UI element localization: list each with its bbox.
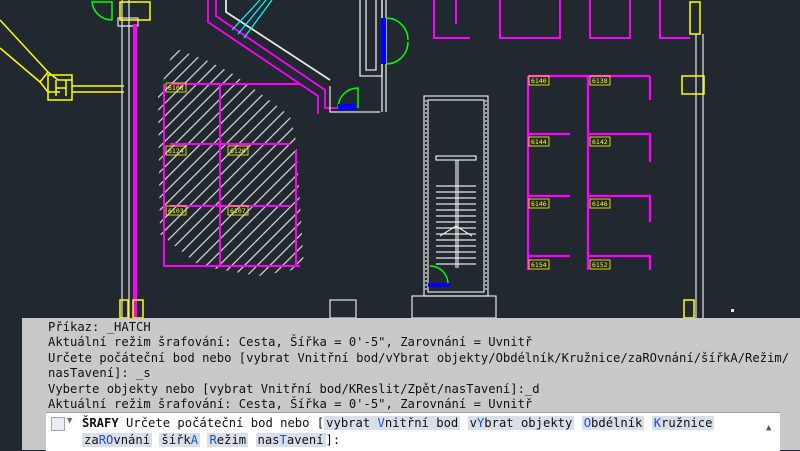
command-option[interactable]: nasTavení [255,433,326,447]
room-grid [526,74,652,270]
room-tag-label: 6146 [531,200,547,208]
stair-core [411,95,497,319]
room-tag-label: 6103 [168,207,184,215]
history-line: Aktuální režim šrafování: Cesta, Šířka =… [48,335,533,350]
room-tag-label: 6138 [592,77,608,85]
history-line: nasTavení]: _s [48,366,151,381]
point-marker [731,309,734,312]
command-recent-icon[interactable] [51,417,65,431]
wall-segment [133,24,137,320]
command-name: ŠRAFY [82,416,119,430]
chevron-down-icon[interactable]: ▼ [67,416,72,426]
command-option[interactable]: šířkA [159,433,201,447]
command-option[interactable]: Režim [207,433,249,447]
door-swing [91,1,113,21]
command-prompt: ŠRAFY Určete počáteční bod nebo [vybrat … [82,415,772,449]
column-tag [689,1,701,35]
door-frame [428,283,450,287]
command-option[interactable]: Obdélník [581,416,645,430]
history-line: Aktuální režim šrafování: Cesta, Šířka =… [48,396,533,411]
history-line: Příkaz: _HATCH [48,320,151,334]
command-input[interactable]: ▼ ŠRAFY Určete počáteční bod nebo [vybra… [46,412,780,451]
door-frame [381,18,386,64]
column-box [329,299,357,319]
door-swing [429,265,449,285]
room-tag-label: 6140 [531,77,547,85]
command-option[interactable]: zaROvnání [82,433,153,447]
history-line: Vyberte objekty nebo [vybrat Vnitřní bod… [48,381,540,396]
door-frame [338,104,356,110]
room-tag-label: 6146 [592,200,608,208]
room-tag-label: 6107 [230,207,246,215]
history-line: Určete počáteční bod nebo [vybrat Vnitřn… [48,350,790,365]
column-tag [119,1,151,21]
room-tag-label: 6154 [531,261,547,269]
room-tag-label: 6142 [592,138,608,146]
command-history: Příkaz: _HATCH Aktuální režim šrafování:… [48,320,798,411]
column-tag [681,75,705,95]
column-tag [683,299,695,319]
room-tag-label: 6120 [230,147,246,155]
command-option[interactable]: vYbrat objekty [467,416,575,430]
room-tag-label: 6144 [531,138,547,146]
command-option[interactable]: Kružnice [651,416,715,430]
hatch-area [158,48,304,276]
yellow-structure [0,19,124,101]
command-option[interactable]: vybrat Vnitřní bod [324,416,461,430]
room-tag-label: 6124 [168,147,184,155]
prompt-text: Určete počáteční bod nebo [ [126,416,325,430]
prompt-suffix: ]: [325,433,341,447]
room-tag-label: 6108 [168,84,184,92]
upper-right-walls [433,0,690,39]
room-tag-label: 6152 [592,261,608,269]
double-door-swing [385,17,409,65]
chevron-up-icon[interactable]: ▲ [766,423,771,433]
column-tag [119,299,129,319]
